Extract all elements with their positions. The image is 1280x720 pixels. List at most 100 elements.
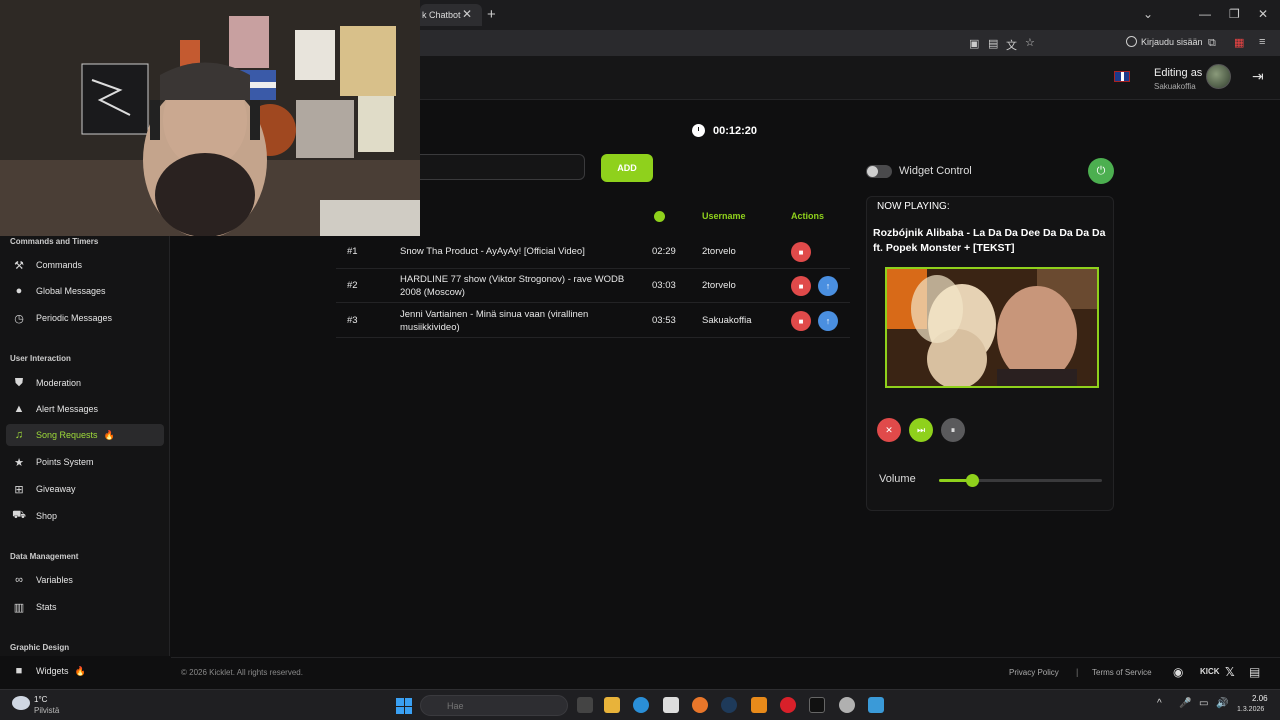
sidebar-item-periodic-messages[interactable]: ◷ Periodic Messages bbox=[6, 307, 164, 329]
delete-button[interactable]: ■ bbox=[791, 311, 811, 331]
star-favorite-icon[interactable]: ☆ bbox=[1025, 36, 1035, 49]
song-title: Jenni Vartiainen - Minä sinua vaan (vira… bbox=[400, 309, 589, 333]
sidebar-item-shop[interactable]: ⛟ Shop bbox=[6, 505, 164, 527]
chevron-down-icon[interactable]: ⌄ bbox=[1143, 7, 1153, 21]
menu-icon[interactable]: ≡ bbox=[1259, 36, 1265, 48]
uk-flag-icon[interactable] bbox=[1114, 71, 1130, 82]
move-up-button[interactable]: ↑ bbox=[818, 311, 838, 331]
sidebar-item-song-requests[interactable]: ♫ Song Requests 🔥 bbox=[6, 424, 164, 446]
add-button[interactable]: ADD bbox=[601, 154, 653, 182]
document-icon[interactable]: ▤ bbox=[1249, 665, 1260, 679]
volume-slider-handle[interactable] bbox=[965, 474, 979, 487]
webcam-overlay bbox=[0, 0, 420, 236]
privacy-policy-link[interactable]: Privacy Policy bbox=[1009, 668, 1059, 677]
volume-icon[interactable]: 🔊 bbox=[1216, 698, 1228, 709]
username-column-header: Username bbox=[702, 211, 746, 221]
avatar[interactable] bbox=[1206, 64, 1231, 89]
extension-badge-icon[interactable]: ▦ bbox=[1234, 36, 1244, 49]
sidebar-item-stats[interactable]: ▥ Stats bbox=[6, 596, 164, 618]
now-playing-panel: NOW PLAYING: Rozbójnik Alibaba - La Da D… bbox=[866, 196, 1114, 511]
store-icon[interactable] bbox=[663, 697, 679, 713]
network-icon[interactable]: ▭ bbox=[1199, 698, 1208, 709]
edge-browser-icon[interactable] bbox=[633, 697, 649, 713]
firefox-icon[interactable] bbox=[692, 697, 708, 713]
skip-button[interactable]: ✕ bbox=[877, 418, 901, 442]
maximize-icon[interactable]: ❐ bbox=[1229, 7, 1240, 21]
terms-of-service-link[interactable]: Terms of Service bbox=[1092, 668, 1152, 677]
close-tab-icon[interactable]: ✕ bbox=[462, 7, 472, 21]
pause-button[interactable]: ⏸ bbox=[941, 418, 965, 442]
sidebar: Commands and Timers ⚒ Commands ● Global Me… bbox=[0, 236, 170, 656]
sidebar-item-widgets[interactable]: ■ Widgets 🔥 bbox=[6, 660, 164, 682]
volume-slider[interactable] bbox=[939, 474, 1102, 487]
terminal-icon[interactable] bbox=[809, 697, 825, 713]
system-date[interactable]: 1.3.2026 bbox=[1237, 706, 1264, 713]
minimize-icon[interactable]: — bbox=[1199, 7, 1211, 21]
sidebar-item-label: Alert Messages bbox=[36, 404, 99, 414]
sidebar-item-giveaway[interactable]: ⊞ Giveaway bbox=[6, 478, 164, 500]
chevron-up-icon[interactable]: ^ bbox=[1157, 698, 1162, 709]
notepad-icon[interactable] bbox=[868, 697, 884, 713]
x-twitter-icon[interactable]: 𝕏 bbox=[1225, 665, 1235, 679]
reader-icon[interactable]: ▤ bbox=[988, 37, 998, 50]
screenshot-icon[interactable]: ▣ bbox=[969, 37, 979, 50]
sidebar-item-label: Global Messages bbox=[36, 286, 106, 296]
translate-icon[interactable]: 文 bbox=[1006, 37, 1017, 53]
song-title: HARDLINE 77 show (Viktor Strogonov) - ra… bbox=[400, 274, 625, 298]
kick-icon[interactable]: KICK bbox=[1200, 667, 1220, 676]
webcam-image bbox=[0, 0, 420, 236]
microphone-icon[interactable]: 🎤 bbox=[1179, 698, 1191, 709]
file-explorer-icon[interactable] bbox=[604, 697, 620, 713]
sidebar-item-alert-messages[interactable]: ▲ Alert Messages bbox=[6, 398, 164, 420]
sidebar-item-label: Moderation bbox=[36, 378, 82, 388]
system-time[interactable]: 2.06 bbox=[1252, 694, 1268, 703]
steam-icon[interactable] bbox=[721, 697, 737, 713]
table-row: #1 Snow Tha Product - AyAyAy! [Official … bbox=[336, 235, 850, 269]
signin-button[interactable]: Kirjaudu sisään bbox=[1126, 36, 1203, 47]
sidebar-item-variables[interactable]: ∞ Variables bbox=[6, 569, 164, 591]
sidebar-item-label: Song Requests bbox=[36, 430, 98, 440]
bar-chart-icon: ▥ bbox=[13, 601, 25, 614]
chat-bubble-icon: ● bbox=[15, 285, 23, 297]
delete-button[interactable]: ■ bbox=[791, 242, 811, 262]
footer: © 2026 Kicklet. All rights reserved. Pri… bbox=[171, 657, 1280, 689]
shield-icon: ⛊ bbox=[14, 376, 24, 389]
requester-username: 2torvelo bbox=[702, 280, 736, 291]
clock-icon: ◷ bbox=[14, 312, 24, 325]
widget-control-toggle[interactable] bbox=[866, 165, 892, 178]
sidebar-section-commands: Commands and Timers bbox=[10, 237, 99, 246]
weather-cloud-icon[interactable] bbox=[12, 696, 30, 710]
task-view-icon[interactable] bbox=[577, 697, 593, 713]
new-tab-icon[interactable]: + bbox=[487, 6, 496, 23]
fire-icon: 🔥 bbox=[103, 429, 115, 440]
logout-icon[interactable]: ⇥ bbox=[1252, 68, 1264, 85]
play-next-button[interactable]: ⏭ bbox=[909, 418, 933, 442]
browser-tab[interactable]: k Chatbot bbox=[420, 4, 482, 26]
sidebar-item-global-messages[interactable]: ● Global Messages bbox=[6, 280, 164, 302]
move-up-button[interactable]: ↑ bbox=[818, 276, 838, 296]
discord-icon[interactable]: ◉ bbox=[1173, 665, 1183, 679]
video-thumbnail[interactable] bbox=[885, 267, 1099, 388]
song-request-input[interactable] bbox=[420, 154, 585, 180]
sidebar-item-commands[interactable]: ⚒ Commands bbox=[6, 254, 164, 276]
song-duration: 03:53 bbox=[652, 315, 676, 326]
sidebar-item-label: Shop bbox=[36, 511, 58, 521]
extensions-icon[interactable]: ⧉ bbox=[1208, 37, 1216, 50]
sidebar-section-data-management: Data Management bbox=[10, 552, 79, 561]
requester-username: 2torvelo bbox=[702, 246, 736, 257]
obs-icon[interactable] bbox=[839, 697, 855, 713]
requester-username: Sakuakoffia bbox=[702, 315, 752, 326]
screen: k Chatbot ✕ + ⌄ — ❐ ✕ ▣ ▤ 文 ☆ Kirjaudu s… bbox=[0, 0, 1280, 720]
weather-temperature: 1°C bbox=[34, 695, 48, 704]
fire-icon: 🔥 bbox=[74, 665, 86, 676]
power-button[interactable]: ⏻ bbox=[1088, 158, 1114, 184]
sidebar-item-points-system[interactable]: ★ Points System bbox=[6, 451, 164, 473]
vlc-icon[interactable] bbox=[751, 697, 767, 713]
delete-button[interactable]: ■ bbox=[791, 276, 811, 296]
now-playing-label: NOW PLAYING: bbox=[877, 201, 950, 212]
windows-start-icon[interactable] bbox=[396, 698, 412, 714]
taskbar-search-input[interactable] bbox=[420, 695, 568, 716]
sidebar-item-moderation[interactable]: ⛊ Moderation bbox=[6, 372, 164, 394]
close-window-icon[interactable]: ✕ bbox=[1258, 7, 1268, 21]
opera-icon[interactable] bbox=[780, 697, 796, 713]
